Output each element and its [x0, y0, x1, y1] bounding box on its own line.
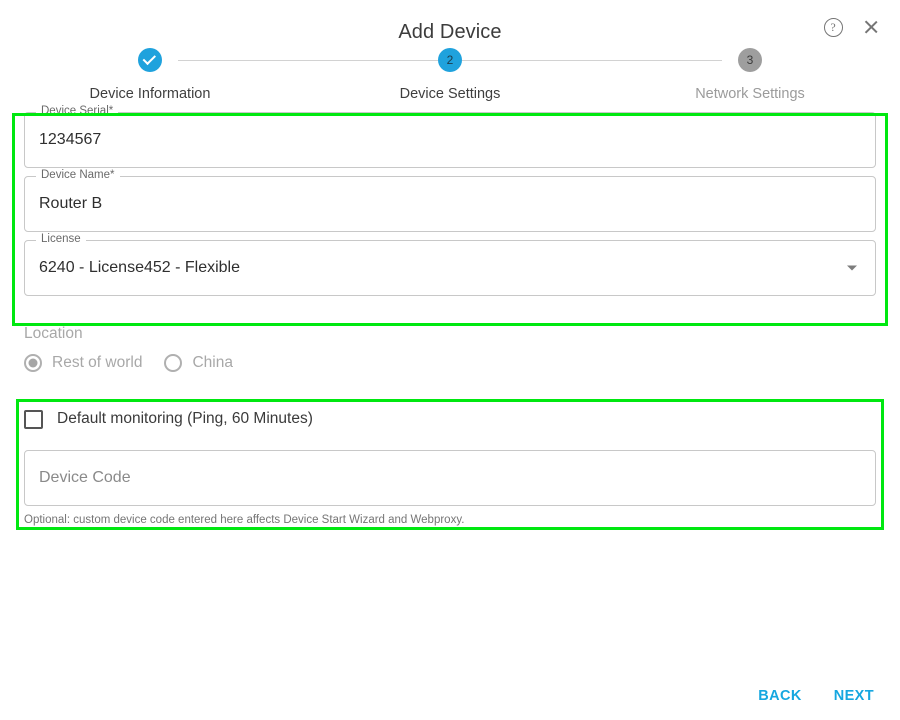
stepper-connector-2 [462, 60, 722, 61]
required-marker: * [108, 105, 114, 117]
dialog-header: Add Device ? Device Information 2 Device… [0, 0, 900, 112]
step-network-settings[interactable]: 3 Network Settings [600, 48, 900, 102]
window-actions: ? [822, 16, 882, 38]
step-2-label: Device Settings [399, 86, 501, 102]
next-button[interactable]: NEXT [832, 686, 876, 706]
monitoring-section: Default monitoring (Ping, 60 Minutes) De… [24, 406, 876, 526]
device-name-label: Device Name* [36, 169, 120, 181]
radio-option-china[interactable]: China [164, 354, 233, 372]
step-3-bubble[interactable]: 3 [738, 48, 762, 72]
license-value: 6240 - License452 - Flexible [39, 259, 241, 276]
step-1-label: Device Information [89, 86, 211, 102]
license-select[interactable]: License 6240 - License452 - Flexible [24, 233, 876, 296]
dialog-footer: BACK NEXT [756, 686, 876, 706]
step-device-settings[interactable]: 2 Device Settings [300, 48, 600, 102]
step-1-bubble[interactable] [138, 48, 162, 72]
radio-option-rest-of-world[interactable]: Rest of world [24, 354, 142, 372]
device-name-input[interactable]: Router B [39, 195, 102, 213]
step-3-label: Network Settings [695, 86, 805, 102]
back-button[interactable]: BACK [756, 686, 804, 706]
device-serial-field[interactable]: Device Serial* 1234567 [24, 105, 876, 168]
device-code-input[interactable]: Device Code [39, 469, 131, 487]
default-monitoring-checkbox[interactable] [24, 409, 43, 429]
check-icon [142, 51, 157, 65]
location-section: Location Rest of world China [24, 325, 624, 372]
radio-icon-unselected[interactable] [164, 354, 183, 372]
stepper-connector-1 [178, 60, 438, 61]
help-circle-icon: ? [823, 17, 843, 37]
location-radio-group: Rest of world China [24, 354, 624, 372]
wizard-stepper: Device Information 2 Device Settings 3 N… [0, 48, 900, 102]
default-monitoring-label: Default monitoring (Ping, 60 Minutes) [57, 410, 313, 427]
radio-label-china: China [192, 354, 233, 371]
radio-icon-selected[interactable] [24, 354, 42, 372]
page-title: Add Device [398, 21, 502, 43]
step-2-bubble[interactable]: 2 [438, 48, 462, 72]
license-label: License [36, 233, 86, 245]
close-icon [862, 18, 880, 36]
close-button[interactable] [860, 16, 882, 38]
device-serial-label: Device Serial* [36, 105, 119, 117]
device-code-hint: Optional: custom device code entered her… [24, 514, 465, 526]
location-title: Location [24, 325, 83, 342]
default-monitoring-row[interactable]: Default monitoring (Ping, 60 Minutes) [24, 406, 876, 432]
device-name-field[interactable]: Device Name* Router B [24, 169, 876, 232]
help-button[interactable]: ? [822, 16, 844, 38]
step-device-information[interactable]: Device Information [0, 48, 300, 102]
device-code-field[interactable]: Device Code [24, 450, 876, 506]
device-serial-input[interactable]: 1234567 [39, 131, 101, 149]
chevron-down-icon[interactable] [847, 265, 857, 271]
add-device-dialog: Add Device ? Device Information 2 Device… [0, 0, 900, 720]
device-settings-form: Device Serial* 1234567 Device Name* Rout… [0, 105, 900, 296]
required-marker: * [110, 169, 115, 181]
radio-label-rest-of-world: Rest of world [52, 354, 143, 371]
